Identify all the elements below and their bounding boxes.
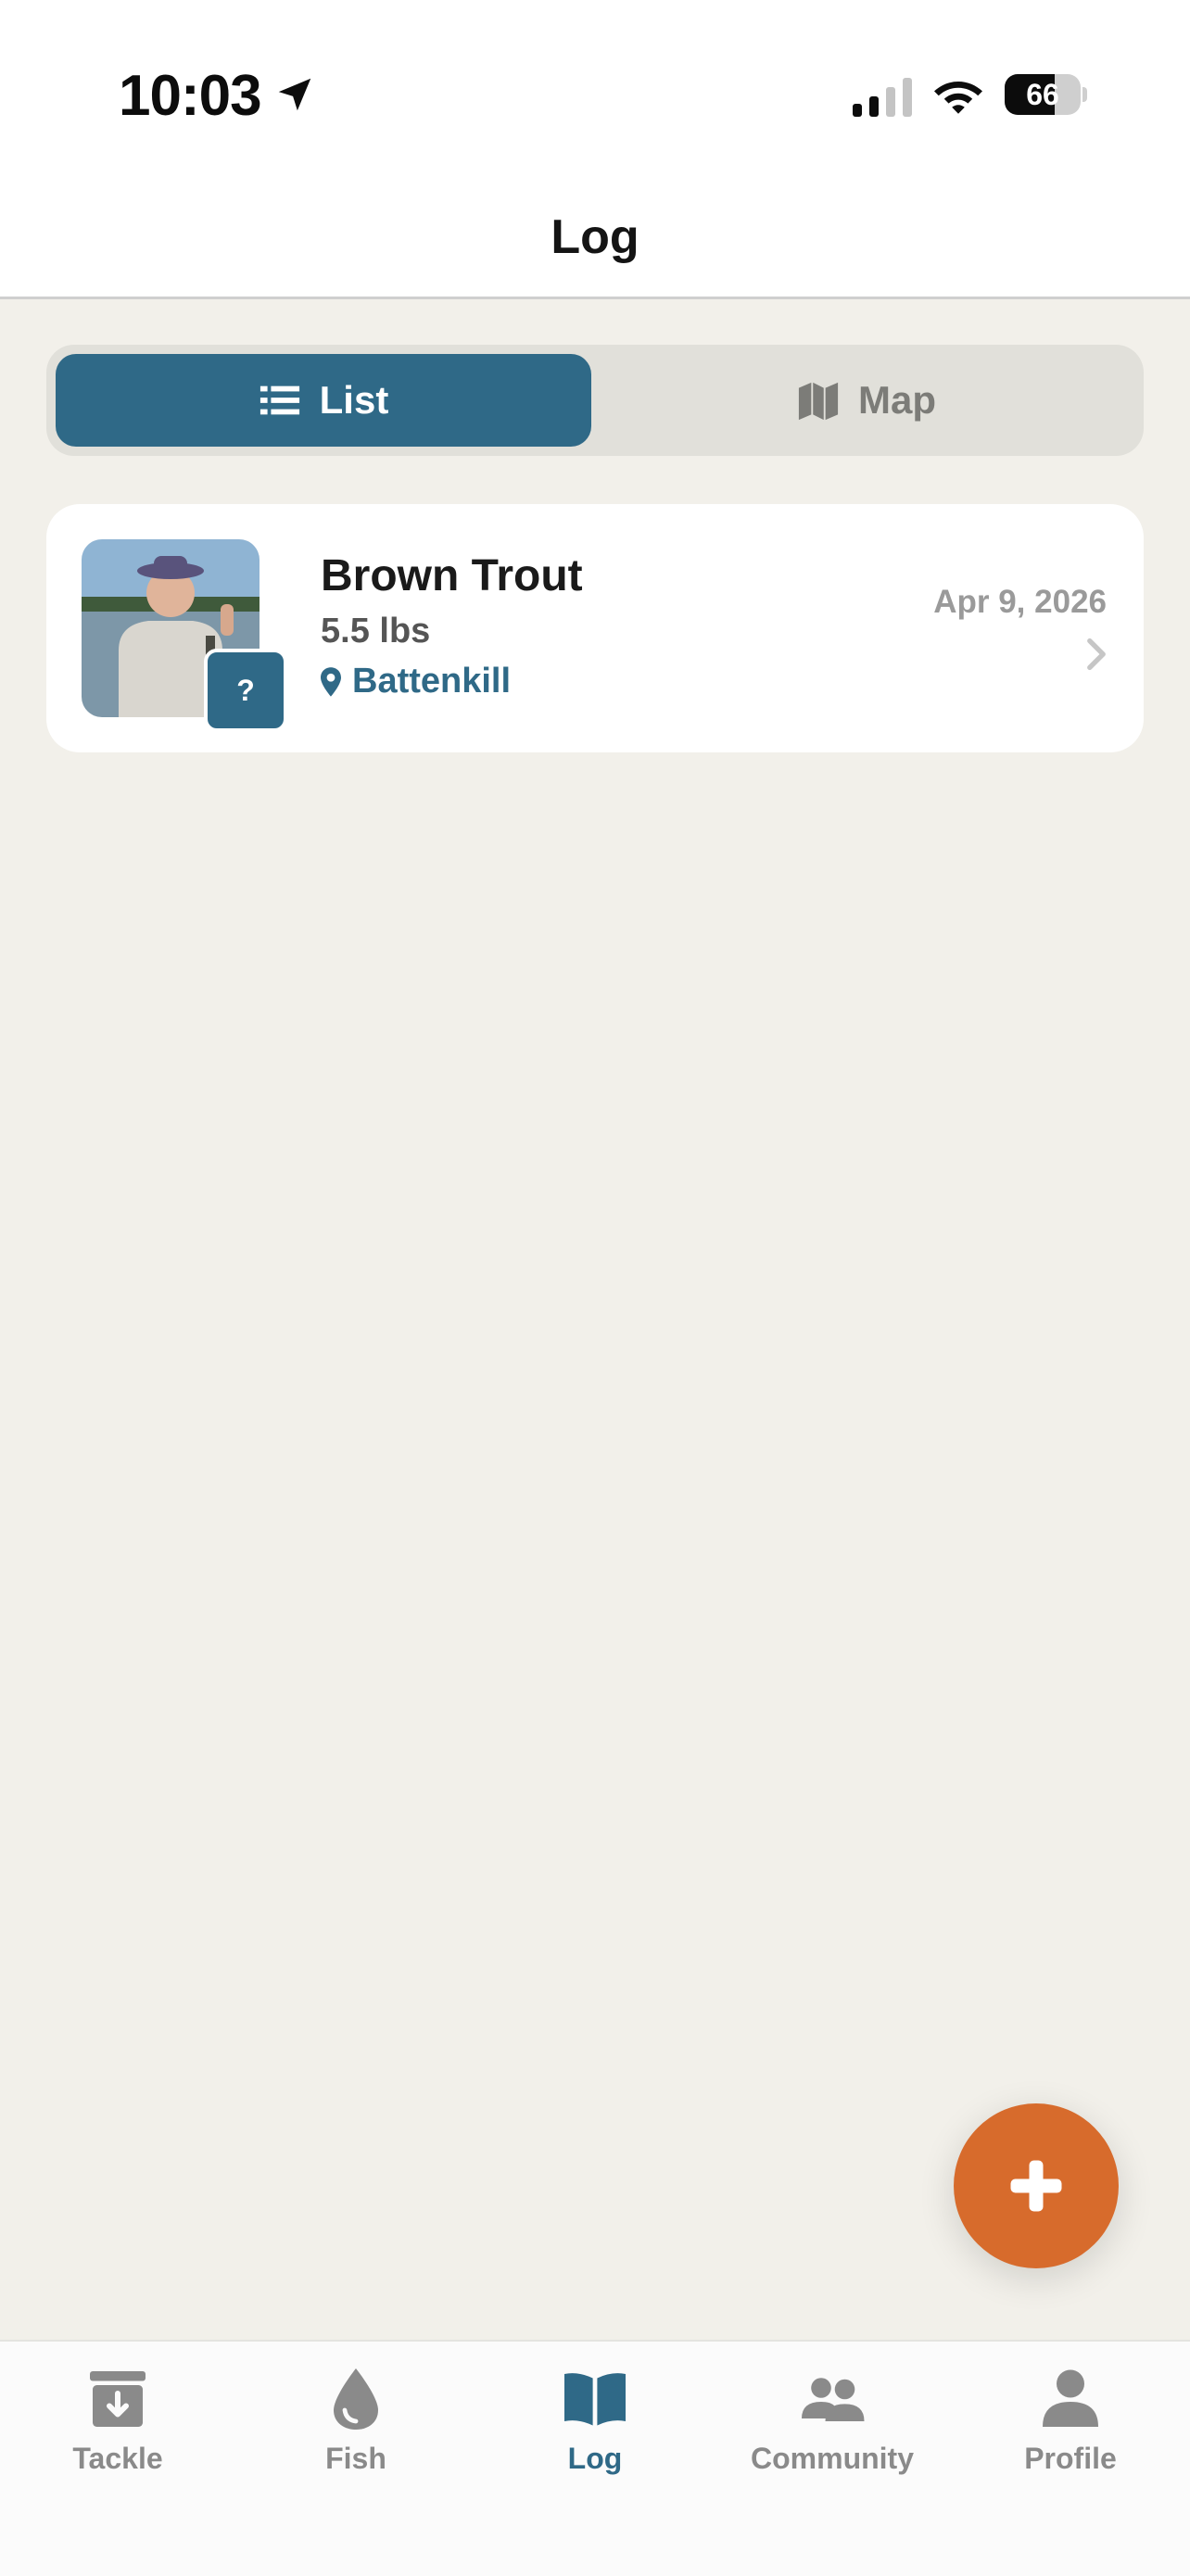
catch-location: Battenkill	[321, 662, 511, 701]
add-catch-button[interactable]	[954, 2103, 1119, 2268]
tab-log-label: Log	[567, 2442, 623, 2475]
catch-date: Apr 9, 2026	[933, 584, 1107, 620]
tab-fish-label: Fish	[325, 2442, 386, 2475]
location-pin-icon	[321, 666, 341, 697]
tab-bar: Tackle Fish Log Community Profile	[0, 2340, 1190, 2576]
map-view-button[interactable]: Map	[599, 354, 1134, 447]
status-time: 10:03	[119, 64, 262, 128]
list-view-label: List	[319, 378, 389, 422]
map-icon	[798, 382, 839, 421]
status-bar: 10:03 66	[0, 0, 1190, 176]
battery-indicator: 66	[1005, 74, 1087, 115]
map-view-label: Map	[858, 378, 936, 422]
open-book-icon	[564, 2373, 626, 2426]
catch-weight: 5.5 lbs	[321, 612, 431, 650]
tab-fish[interactable]: Fish	[254, 2366, 458, 2505]
tab-tackle-label: Tackle	[72, 2442, 163, 2475]
list-icon	[260, 385, 299, 415]
cellular-signal-icon	[853, 78, 912, 117]
species-name: Brown Trout	[321, 551, 583, 600]
page-title: Log	[551, 210, 639, 264]
wifi-icon	[934, 82, 982, 114]
tab-tackle[interactable]: Tackle	[16, 2366, 220, 2505]
species-unknown-badge: ?	[204, 649, 287, 732]
tab-profile-label: Profile	[1024, 2442, 1117, 2475]
tab-community[interactable]: Community	[730, 2366, 934, 2505]
view-toggle: List Map	[46, 345, 1144, 456]
tab-profile[interactable]: Profile	[968, 2366, 1172, 2505]
person-icon	[1043, 2369, 1098, 2427]
tab-log[interactable]: Log	[493, 2366, 697, 2505]
water-drop-icon	[334, 2368, 378, 2430]
chevron-right-icon	[1087, 638, 1106, 671]
tab-community-label: Community	[751, 2442, 914, 2475]
nav-header: Log	[0, 176, 1190, 299]
plus-icon	[1010, 2160, 1062, 2212]
location-arrow-icon	[278, 78, 311, 111]
people-icon	[802, 2378, 865, 2421]
tackle-box-icon	[90, 2371, 146, 2427]
list-view-button[interactable]: List	[56, 354, 591, 447]
log-entry-card[interactable]: ? Brown Trout 5.5 lbs Battenkill Apr 9, …	[46, 504, 1144, 752]
battery-percent: 66	[1026, 78, 1059, 111]
home-indicator	[400, 2553, 790, 2564]
location-name: Battenkill	[352, 662, 512, 701]
